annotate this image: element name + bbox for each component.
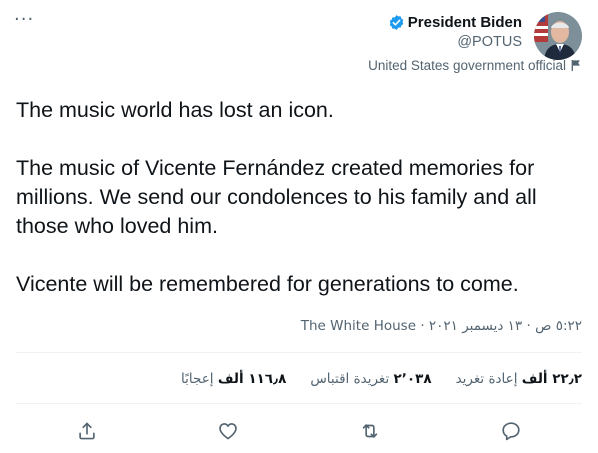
likes-stat[interactable]: ١١٦٫٨ ألف إعجابًا (181, 371, 286, 387)
like-button[interactable] (213, 416, 243, 446)
tweet-time[interactable]: ٥:٢٢ ص (535, 318, 582, 334)
quotes-stat[interactable]: ٢٬٠٣٨ تغريدة اقتباس (310, 371, 431, 387)
affiliation-text: United States government official (368, 58, 566, 73)
retweets-count: ٢٢٫٢ ألف (521, 371, 582, 387)
tweet-paragraph: The music world has lost an icon. (16, 98, 334, 122)
tweet-source[interactable]: The White House (301, 318, 416, 334)
meta-separator: · (526, 318, 531, 334)
reply-icon (502, 422, 520, 441)
quotes-count: ٢٬٠٣٨ (393, 371, 432, 387)
display-name-row[interactable]: President Biden (388, 12, 522, 32)
likes-label: إعجابًا (181, 371, 214, 387)
tweet-actions (0, 416, 598, 446)
retweets-stat[interactable]: ٢٢٫٢ ألف إعادة تغريد (456, 371, 582, 387)
retweet-icon (362, 424, 378, 438)
retweet-button[interactable] (355, 416, 385, 446)
divider (16, 352, 582, 353)
tweet-text: The music world has lost an icon. The mu… (16, 96, 586, 328)
quotes-label: تغريدة اقتباس (310, 371, 390, 387)
more-options-icon[interactable]: ··· (14, 10, 38, 34)
tweet-author: President Biden @POTUS (388, 12, 582, 62)
reply-button[interactable] (496, 416, 526, 446)
government-label[interactable]: United States government official (368, 58, 582, 73)
tweet-paragraph: The music of Vicente Fernández created m… (16, 156, 537, 238)
retweets-label: إعادة تغريد (455, 371, 518, 387)
tweet-paragraph: Vicente will be remembered for generatio… (16, 272, 519, 296)
divider (16, 403, 582, 404)
display-name: President Biden (407, 13, 522, 31)
like-icon (219, 423, 237, 440)
user-handle[interactable]: @POTUS (388, 34, 522, 50)
flag-icon (571, 59, 580, 72)
tweet-date[interactable]: ١٣ ديسمبر ٢٠٢١ (429, 318, 522, 334)
share-button[interactable] (72, 416, 102, 446)
share-icon (79, 422, 95, 440)
tweet-metadata: ٥:٢٢ ص · ١٣ ديسمبر ٢٠٢١ · The White Hous… (301, 318, 582, 334)
meta-separator: · (420, 318, 425, 334)
avatar-image (534, 12, 582, 60)
avatar[interactable] (534, 12, 582, 60)
engagement-stats: ٢٢٫٢ ألف إعادة تغريد ٢٬٠٣٨ تغريدة اقتباس… (181, 371, 582, 387)
verified-badge-icon (389, 14, 404, 30)
author-names: President Biden @POTUS (388, 12, 522, 50)
likes-count: ١١٦٫٨ ألف (217, 371, 287, 387)
